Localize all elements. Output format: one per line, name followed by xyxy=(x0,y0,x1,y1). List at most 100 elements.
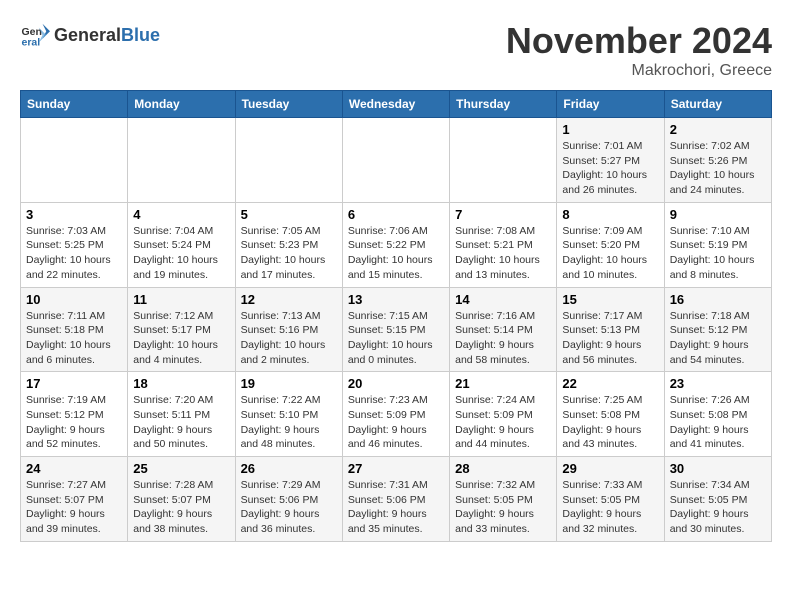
col-tuesday: Tuesday xyxy=(235,91,342,118)
logo-icon: Gen eral xyxy=(20,20,50,50)
logo-text-general: General xyxy=(54,25,121,45)
day-info: Sunrise: 7:29 AM Sunset: 5:06 PM Dayligh… xyxy=(241,478,337,537)
table-row: 26Sunrise: 7:29 AM Sunset: 5:06 PM Dayli… xyxy=(235,457,342,542)
table-row: 20 Sunrise: 7:23 AM Sunset: 5:09 PM Dayli… xyxy=(342,372,449,457)
table-row: 30 Sunrise: 7:34 AM Sunset: 5:05 PM Dayli… xyxy=(664,457,771,542)
day-number: 2 xyxy=(670,122,766,137)
table-row: 24Sunrise: 7:27 AM Sunset: 5:07 PM Dayli… xyxy=(21,457,128,542)
day-info: Sunrise: 7:23 AM Sunset: 5:09 PM Dayligh… xyxy=(348,393,444,452)
day-number: 9 xyxy=(670,207,766,222)
calendar-week-4: 17Sunrise: 7:19 AM Sunset: 5:12 PM Dayli… xyxy=(21,372,772,457)
day-info: Sunrise: 7:16 AM Sunset: 5:14 PM Dayligh… xyxy=(455,309,551,368)
day-info: Sunrise: 7:18 AM Sunset: 5:12 PM Dayligh… xyxy=(670,309,766,368)
day-number: 4 xyxy=(133,207,229,222)
page-header: Gen eral GeneralBlue November 2024 Makro… xyxy=(20,20,772,80)
table-row: 8Sunrise: 7:09 AM Sunset: 5:20 PM Daylig… xyxy=(557,202,664,287)
calendar-week-3: 10Sunrise: 7:11 AM Sunset: 5:18 PM Dayli… xyxy=(21,287,772,372)
day-number: 14 xyxy=(455,292,551,307)
calendar-week-1: 1 Sunrise: 7:01 AM Sunset: 5:27 PM Daylig… xyxy=(21,118,772,203)
col-thursday: Thursday xyxy=(450,91,557,118)
day-number: 13 xyxy=(348,292,444,307)
day-info: Sunrise: 7:15 AM Sunset: 5:15 PM Dayligh… xyxy=(348,309,444,368)
calendar-table: Sunday Monday Tuesday Wednesday Thursday… xyxy=(20,90,772,542)
table-row: 23 Sunrise: 7:26 AM Sunset: 5:08 PM Dayli… xyxy=(664,372,771,457)
day-info: Sunrise: 7:01 AM Sunset: 5:27 PM Dayligh… xyxy=(562,139,658,198)
table-row: 12 Sunrise: 7:13 AM Sunset: 5:16 PM Dayli… xyxy=(235,287,342,372)
day-info: Sunrise: 7:06 AM Sunset: 5:22 PM Dayligh… xyxy=(348,224,444,283)
table-row: 27 Sunrise: 7:31 AM Sunset: 5:06 PM Dayli… xyxy=(342,457,449,542)
table-row: 5 Sunrise: 7:05 AM Sunset: 5:23 PM Daylig… xyxy=(235,202,342,287)
day-info: Sunrise: 7:17 AM Sunset: 5:13 PM Dayligh… xyxy=(562,309,658,368)
day-number: 22 xyxy=(562,376,658,391)
day-info: Sunrise: 7:05 AM Sunset: 5:23 PM Dayligh… xyxy=(241,224,337,283)
day-number: 7 xyxy=(455,207,551,222)
day-number: 19 xyxy=(241,376,337,391)
table-row: 17Sunrise: 7:19 AM Sunset: 5:12 PM Dayli… xyxy=(21,372,128,457)
table-row: 21 Sunrise: 7:24 AM Sunset: 5:09 PM Dayli… xyxy=(450,372,557,457)
table-row xyxy=(342,118,449,203)
col-saturday: Saturday xyxy=(664,91,771,118)
day-info: Sunrise: 7:10 AM Sunset: 5:19 PM Dayligh… xyxy=(670,224,766,283)
day-info: Sunrise: 7:13 AM Sunset: 5:16 PM Dayligh… xyxy=(241,309,337,368)
svg-text:eral: eral xyxy=(22,37,41,49)
table-row: 10Sunrise: 7:11 AM Sunset: 5:18 PM Dayli… xyxy=(21,287,128,372)
day-number: 3 xyxy=(26,207,122,222)
day-number: 6 xyxy=(348,207,444,222)
day-info: Sunrise: 7:26 AM Sunset: 5:08 PM Dayligh… xyxy=(670,393,766,452)
table-row: 13 Sunrise: 7:15 AM Sunset: 5:15 PM Dayli… xyxy=(342,287,449,372)
month-title: November 2024 xyxy=(506,20,772,62)
location-subtitle: Makrochori, Greece xyxy=(506,62,772,80)
day-info: Sunrise: 7:27 AM Sunset: 5:07 PM Dayligh… xyxy=(26,478,122,537)
day-info: Sunrise: 7:28 AM Sunset: 5:07 PM Dayligh… xyxy=(133,478,229,537)
table-row: 25 Sunrise: 7:28 AM Sunset: 5:07 PM Dayli… xyxy=(128,457,235,542)
day-info: Sunrise: 7:31 AM Sunset: 5:06 PM Dayligh… xyxy=(348,478,444,537)
day-number: 25 xyxy=(133,461,229,476)
day-number: 21 xyxy=(455,376,551,391)
col-sunday: Sunday xyxy=(21,91,128,118)
table-row: 15 Sunrise: 7:17 AM Sunset: 5:13 PM Dayli… xyxy=(557,287,664,372)
day-number: 5 xyxy=(241,207,337,222)
day-info: Sunrise: 7:34 AM Sunset: 5:05 PM Dayligh… xyxy=(670,478,766,537)
table-row: 28 Sunrise: 7:32 AM Sunset: 5:05 PM Dayli… xyxy=(450,457,557,542)
day-info: Sunrise: 7:33 AM Sunset: 5:05 PM Dayligh… xyxy=(562,478,658,537)
day-number: 11 xyxy=(133,292,229,307)
table-row: 22Sunrise: 7:25 AM Sunset: 5:08 PM Dayli… xyxy=(557,372,664,457)
table-row: 4 Sunrise: 7:04 AM Sunset: 5:24 PM Daylig… xyxy=(128,202,235,287)
table-row: 29 Sunrise: 7:33 AM Sunset: 5:05 PM Dayli… xyxy=(557,457,664,542)
day-number: 18 xyxy=(133,376,229,391)
title-area: November 2024 Makrochori, Greece xyxy=(506,20,772,80)
day-info: Sunrise: 7:11 AM Sunset: 5:18 PM Dayligh… xyxy=(26,309,122,368)
logo: Gen eral GeneralBlue xyxy=(20,20,160,50)
table-row xyxy=(128,118,235,203)
day-number: 1 xyxy=(562,122,658,137)
day-number: 28 xyxy=(455,461,551,476)
table-row: 18Sunrise: 7:20 AM Sunset: 5:11 PM Dayli… xyxy=(128,372,235,457)
day-info: Sunrise: 7:24 AM Sunset: 5:09 PM Dayligh… xyxy=(455,393,551,452)
day-info: Sunrise: 7:09 AM Sunset: 5:20 PM Dayligh… xyxy=(562,224,658,283)
day-number: 23 xyxy=(670,376,766,391)
col-monday: Monday xyxy=(128,91,235,118)
day-number: 20 xyxy=(348,376,444,391)
table-row: 16Sunrise: 7:18 AM Sunset: 5:12 PM Dayli… xyxy=(664,287,771,372)
day-number: 30 xyxy=(670,461,766,476)
day-info: Sunrise: 7:12 AM Sunset: 5:17 PM Dayligh… xyxy=(133,309,229,368)
calendar-header-row: Sunday Monday Tuesday Wednesday Thursday… xyxy=(21,91,772,118)
calendar-week-2: 3Sunrise: 7:03 AM Sunset: 5:25 PM Daylig… xyxy=(21,202,772,287)
day-info: Sunrise: 7:04 AM Sunset: 5:24 PM Dayligh… xyxy=(133,224,229,283)
day-info: Sunrise: 7:32 AM Sunset: 5:05 PM Dayligh… xyxy=(455,478,551,537)
day-number: 15 xyxy=(562,292,658,307)
table-row xyxy=(450,118,557,203)
day-info: Sunrise: 7:19 AM Sunset: 5:12 PM Dayligh… xyxy=(26,393,122,452)
table-row: 1 Sunrise: 7:01 AM Sunset: 5:27 PM Daylig… xyxy=(557,118,664,203)
day-number: 29 xyxy=(562,461,658,476)
col-wednesday: Wednesday xyxy=(342,91,449,118)
table-row: 2Sunrise: 7:02 AM Sunset: 5:26 PM Daylig… xyxy=(664,118,771,203)
day-number: 12 xyxy=(241,292,337,307)
table-row: 7Sunrise: 7:08 AM Sunset: 5:21 PM Daylig… xyxy=(450,202,557,287)
table-row: 3Sunrise: 7:03 AM Sunset: 5:25 PM Daylig… xyxy=(21,202,128,287)
table-row: 14 Sunrise: 7:16 AM Sunset: 5:14 PM Dayli… xyxy=(450,287,557,372)
day-number: 27 xyxy=(348,461,444,476)
table-row xyxy=(21,118,128,203)
table-row: 9 Sunrise: 7:10 AM Sunset: 5:19 PM Daylig… xyxy=(664,202,771,287)
table-row: 6 Sunrise: 7:06 AM Sunset: 5:22 PM Daylig… xyxy=(342,202,449,287)
